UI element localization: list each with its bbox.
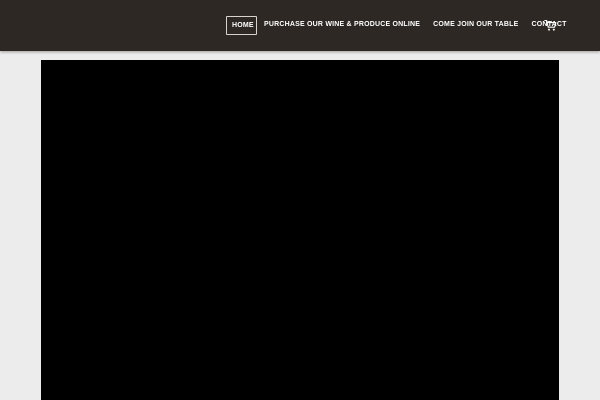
shopping-cart-icon[interactable]	[544, 19, 557, 32]
main-nav: HOME PURCHASE OUR WINE & PRODUCE ONLINE …	[226, 16, 567, 35]
nav-item-come-join-our-table[interactable]: COME JOIN OUR TABLE	[433, 16, 518, 35]
shopping-cart-icon-graphic	[544, 19, 557, 31]
video-player[interactable]	[41, 60, 559, 400]
nav-item-purchase-wine-produce[interactable]: PURCHASE OUR WINE & PRODUCE ONLINE	[264, 16, 420, 35]
nav-item-home[interactable]: HOME	[226, 16, 257, 35]
site-header: HOME PURCHASE OUR WINE & PRODUCE ONLINE …	[0, 0, 600, 51]
